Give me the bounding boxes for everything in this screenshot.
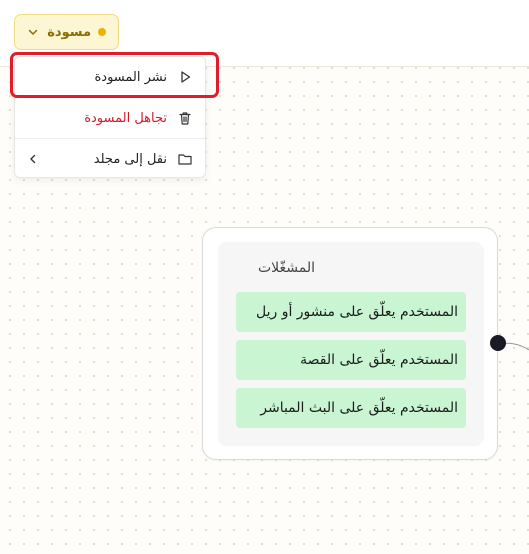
publish-draft-item[interactable]: نشر المسودة [15, 57, 205, 97]
triggers-node[interactable]: المشغّلات المستخدم يعلّق على منشور أو ري… [202, 227, 498, 460]
draft-actions-menu: نشر المسودة تجاهل المسودة نقل إلى مجلد [14, 56, 206, 178]
status-dot [98, 28, 106, 36]
folder-icon [178, 154, 192, 165]
trigger-label: المستخدم يعلّق على منشور أو ريل [255, 304, 458, 320]
chevron-down-icon [28, 29, 38, 35]
discard-draft-label: تجاهل المسودة [84, 110, 167, 126]
draft-status-dropdown[interactable]: مسودة [14, 14, 119, 50]
trigger-story-comment[interactable]: المستخدم يعلّق على القصة [236, 340, 466, 380]
publish-draft-label: نشر المسودة [94, 69, 167, 85]
workflow-canvas[interactable]: مسودة نشر المسودة تجاهل المسودة نقل إلى … [0, 0, 529, 554]
triggers-title: المشغّلات [257, 260, 315, 276]
trigger-live-comment[interactable]: المستخدم يعلّق على البث المباشر [236, 388, 466, 428]
trigger-post-reel-comment[interactable]: المستخدم يعلّق على منشور أو ريل [236, 292, 466, 332]
status-label: مسودة [47, 24, 91, 40]
trash-icon [179, 112, 191, 125]
move-to-folder-item[interactable]: نقل إلى مجلد [15, 139, 205, 179]
trigger-label: المستخدم يعلّق على القصة [300, 352, 458, 368]
discard-draft-item[interactable]: تجاهل المسودة [15, 98, 205, 138]
chevron-left-icon [30, 154, 36, 164]
output-handle[interactable] [490, 335, 506, 351]
trigger-label: المستخدم يعلّق على البث المباشر [260, 400, 458, 416]
move-to-folder-label: نقل إلى مجلد [93, 151, 167, 167]
play-icon [181, 71, 191, 83]
